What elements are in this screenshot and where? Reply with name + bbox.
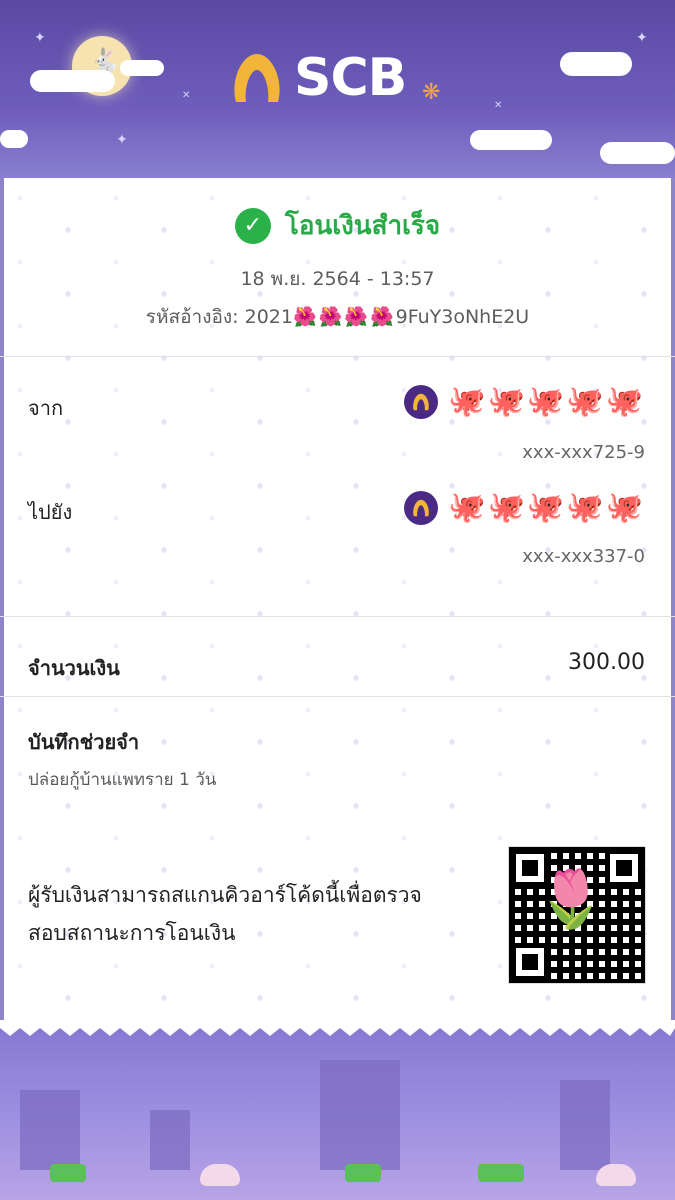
star-decoration: ✦ [34, 30, 46, 46]
tulip-icon: 🌷 [536, 867, 606, 932]
cloud-decoration [0, 130, 28, 148]
amount-label: จำนวนเงิน [28, 656, 120, 680]
to-account-number: xxx-xxx337-0 [522, 546, 645, 567]
star-decoration: ✕ [494, 100, 503, 111]
transaction-datetime: 18 พ.ย. 2564 - 13:57 [240, 268, 435, 290]
status-text: โอนเงินสำเร็จ [284, 211, 441, 241]
from-label: จาก [28, 396, 64, 420]
divider [0, 356, 675, 357]
bank-icon [404, 490, 439, 525]
reference-suffix: 9FuY3oNhE2U [395, 306, 530, 328]
reference-masked: 🌺🌺🌺🌺 [292, 306, 396, 328]
temple-decoration [150, 1110, 190, 1170]
qr-instruction: ผู้รับเงินสามารถสแกนคิวอาร์โค้ดนี้เพื่อต… [28, 883, 422, 945]
star-decoration: ✦ [636, 30, 648, 46]
cloud-decoration [470, 130, 552, 150]
transfer-status: ✓ โอนเงินสำเร็จ [0, 205, 675, 246]
cloud-decoration [600, 142, 675, 164]
divider [0, 696, 675, 697]
reference-prefix: 2021 [244, 306, 293, 328]
temple-decoration [320, 1060, 400, 1170]
from-name: 🐙🐙🐙🐙🐙 [448, 384, 645, 419]
flower-icon: ❋ [422, 80, 441, 105]
scb-logo-icon [234, 54, 280, 102]
to-account-holder: 🐙🐙🐙🐙🐙 [404, 490, 645, 525]
memo-label: บันทึกช่วยจำ [28, 730, 140, 754]
reference-number: รหัสอ้างอิง: 2021🌺🌺🌺🌺9FuY3oNhE2U [0, 302, 675, 332]
memo-value: ปล่อยกู้บ้านแพทราย 1 วัน [28, 770, 217, 790]
zigzag-edge [0, 1020, 675, 1036]
qr-finder [605, 849, 643, 887]
to-name: 🐙🐙🐙🐙🐙 [448, 490, 645, 525]
bank-icon [404, 384, 439, 419]
brand-name: SCB [294, 48, 407, 108]
scb-logo: SCB [228, 48, 407, 108]
qr-finder [511, 943, 549, 981]
temple-decoration [560, 1080, 610, 1170]
from-account-holder: 🐙🐙🐙🐙🐙 [404, 384, 645, 419]
cloud-decoration [30, 70, 115, 92]
star-decoration: ✕ [182, 90, 191, 101]
amount-value: 300.00 [568, 650, 645, 675]
to-label: ไปยัง [28, 500, 73, 524]
reference-label: รหัสอ้างอิง: [145, 306, 239, 328]
star-decoration: ✦ [116, 132, 128, 148]
krathong-decoration [478, 1164, 524, 1182]
cloud-decoration [560, 52, 632, 76]
krathong-decoration [345, 1164, 381, 1182]
krathong-decoration [50, 1164, 86, 1182]
check-icon: ✓ [234, 207, 271, 244]
temple-decoration [20, 1090, 80, 1170]
divider [0, 616, 675, 617]
lotus-decoration [596, 1164, 636, 1186]
cloud-decoration [120, 60, 164, 76]
from-account-number: xxx-xxx725-9 [522, 442, 645, 463]
footer-banner [0, 1020, 675, 1200]
lotus-decoration [200, 1164, 240, 1186]
